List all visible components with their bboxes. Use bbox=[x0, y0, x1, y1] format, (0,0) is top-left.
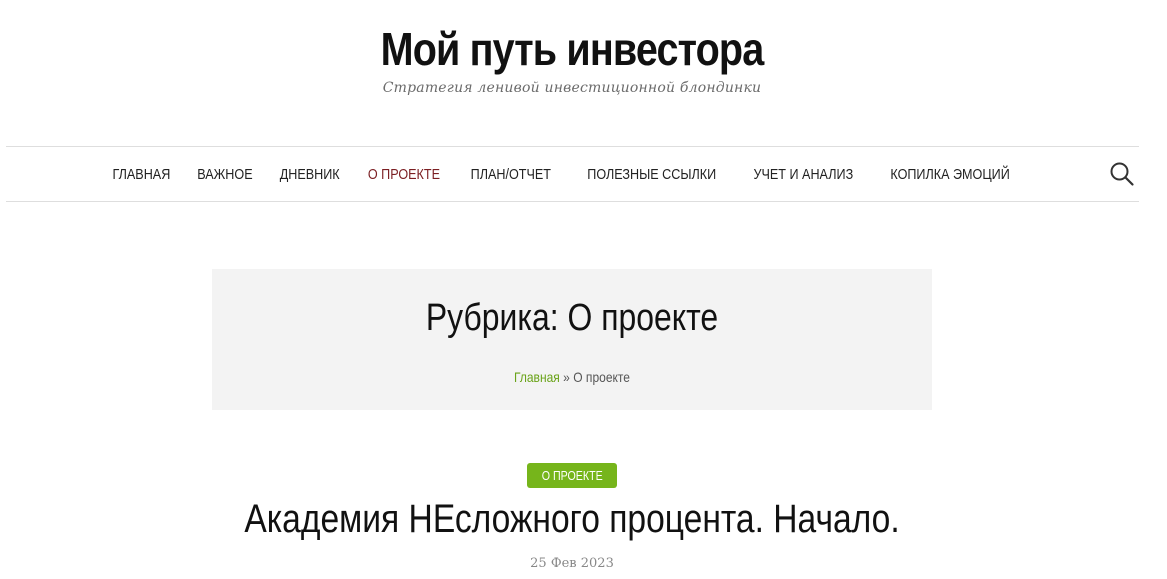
category-title: Рубрика: О проекте bbox=[425, 297, 719, 339]
site-tagline: Стратегия ленивой инвестиционной блондин… bbox=[382, 80, 762, 96]
post-category-badge[interactable]: О ПРОЕКТЕ bbox=[527, 463, 618, 488]
nav-item-useful-links[interactable]: ПОЛЕЗНЫЕ ССЫЛКИ bbox=[587, 166, 716, 183]
post-category-label: О ПРОЕКТЕ bbox=[541, 468, 603, 483]
post-title[interactable]: Академия НЕсложного процента. Начало. bbox=[92, 497, 1053, 542]
nav-menu: ГЛАВНАЯ ВАЖНОЕ ДНЕВНИК О ПРОЕКТЕ ПЛАН/ОТ… bbox=[6, 147, 1122, 201]
main-navigation: ГЛАВНАЯ ВАЖНОЕ ДНЕВНИК О ПРОЕКТЕ ПЛАН/ОТ… bbox=[6, 146, 1139, 202]
breadcrumb-home-link[interactable]: Главная bbox=[514, 369, 560, 385]
nav-item-accounting-analysis[interactable]: УЧЕТ И АНАЛИЗ bbox=[754, 166, 854, 183]
search-icon bbox=[1110, 162, 1134, 186]
nav-item-about-project[interactable]: О ПРОЕКТЕ bbox=[368, 166, 440, 183]
site-title[interactable]: Мой путь инвестора bbox=[80, 22, 1064, 76]
breadcrumb-current: О проекте bbox=[573, 369, 631, 385]
breadcrumb: Главная » О проекте bbox=[262, 369, 881, 385]
search-button[interactable] bbox=[1109, 161, 1135, 187]
nav-item-diary[interactable]: ДНЕВНИК bbox=[279, 166, 339, 183]
nav-item-home[interactable]: ГЛАВНАЯ bbox=[113, 166, 171, 183]
breadcrumb-separator: » bbox=[563, 369, 570, 385]
category-header: Рубрика: О проекте Главная » О проекте bbox=[212, 269, 932, 410]
nav-item-plan-report[interactable]: ПЛАН/ОТЧЕТ bbox=[471, 166, 551, 183]
nav-item-important[interactable]: ВАЖНОЕ bbox=[197, 166, 252, 183]
page: Мой путь инвестора Стратегия ленивой инв… bbox=[0, 0, 1167, 579]
nav-item-emotions-piggybank[interactable]: КОПИЛКА ЭМОЦИЙ bbox=[890, 166, 1009, 183]
post-date: 25 Фев 2023 bbox=[530, 556, 614, 571]
